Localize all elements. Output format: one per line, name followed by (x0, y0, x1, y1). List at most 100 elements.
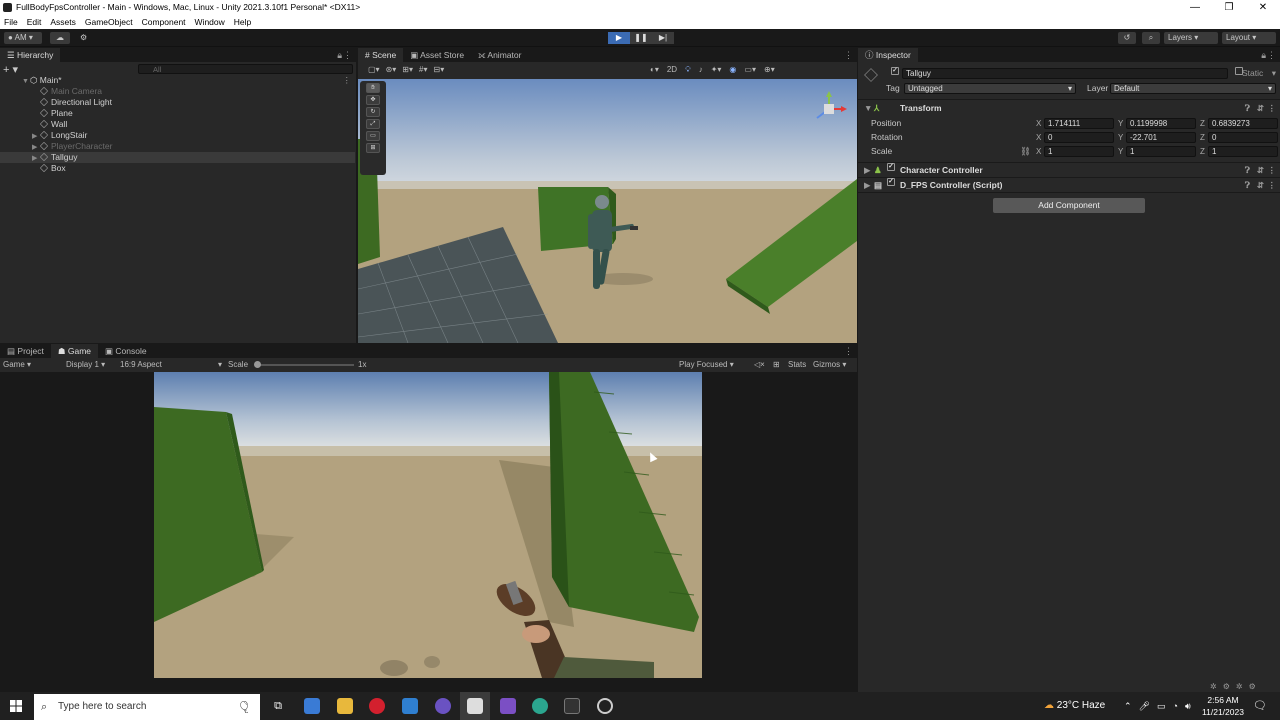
hierarchy-item-playercharacter[interactable]: ▶ PlayerCharacter (0, 141, 355, 152)
hierarchy-menu-icon[interactable]: ⋮ (343, 50, 352, 61)
hand-tool-icon[interactable]: ✋︎ (366, 83, 380, 93)
camera-icon[interactable]: ▭▾ (744, 65, 756, 75)
active-checkbox[interactable]: ✓ (891, 67, 899, 75)
shortcuts-icon[interactable]: ⊞ (773, 358, 780, 372)
transform-header[interactable]: ▼ ⅄ Transform ❓︎ ⇵ ⋮ (860, 101, 1280, 115)
hierarchy-item-tallguy[interactable]: ▶ Tallguy (0, 152, 355, 163)
rotation-x-field[interactable]: 0 (1044, 132, 1114, 143)
menu-edit[interactable]: Edit (27, 15, 42, 29)
link-icon[interactable]: ⛓︎ (1020, 145, 1031, 158)
discord-icon[interactable] (435, 698, 451, 714)
collapse-arrow-icon[interactable]: ▼ (864, 101, 872, 115)
scale-tool-icon[interactable]: ⤢ (366, 119, 380, 129)
tab-scene[interactable]: # Scene (358, 48, 404, 62)
hierarchy-item-wall[interactable]: Wall (0, 119, 355, 130)
global-toggle-icon[interactable]: ⊛▾ (386, 65, 397, 74)
account-dropdown[interactable]: ● AM ▾ (4, 32, 42, 44)
cloud-icon[interactable]: ☁ (50, 32, 70, 44)
file-explorer-icon[interactable] (337, 698, 353, 714)
scene-gizmo-icon[interactable] (811, 91, 847, 127)
character-controller-header[interactable]: ▶ ♟ ✓ Character Controller ❓︎ ⇵ ⋮ (860, 163, 1280, 177)
character-controller-enabled-checkbox[interactable]: ✓ (887, 163, 895, 171)
history-icon[interactable]: ↺ (1118, 32, 1136, 44)
scale-slider-handle[interactable] (254, 361, 261, 368)
visual-studio-icon[interactable] (500, 698, 516, 714)
close-button[interactable]: ✕ (1246, 0, 1280, 15)
inspector-menu-icon[interactable]: ⋮ (1267, 50, 1276, 61)
maximize-button[interactable]: ❐ (1212, 0, 1246, 15)
steam-icon[interactable] (597, 698, 613, 714)
scale-y-field[interactable]: 1 (1126, 146, 1196, 157)
menu-window[interactable]: Window (195, 15, 225, 29)
scene-menu-icon[interactable]: ⋮ (844, 50, 853, 61)
tab-animator[interactable]: ⟗ Animator (471, 48, 528, 62)
hierarchy-search-input[interactable]: All (138, 64, 353, 74)
scene-viewport[interactable] (358, 79, 857, 343)
game-view-dropdown[interactable]: Game ▾ (3, 358, 31, 372)
fps-controller-header[interactable]: ▶ ▤ ✓ D_FPS Controller (Script) ❓︎ ⇵ ⋮ (860, 178, 1280, 192)
rotation-y-field[interactable]: -22.701 (1126, 132, 1196, 143)
game-viewport[interactable] (154, 372, 702, 678)
help-icon[interactable]: ❓︎ (1245, 163, 1250, 177)
hierarchy-item-box[interactable]: Box (0, 163, 355, 174)
hierarchy-item-main-camera[interactable]: Main Camera (0, 86, 355, 97)
display-dropdown[interactable]: Display 1 ▾ (66, 358, 105, 372)
pause-button[interactable]: ❚❚ (630, 32, 652, 44)
position-z-field[interactable]: 0.6839273 (1208, 118, 1278, 129)
help-icon[interactable]: ❓︎ (1245, 101, 1250, 115)
audio-icon[interactable]: ♪ (699, 65, 703, 75)
edge-icon[interactable] (532, 698, 548, 714)
add-component-button[interactable]: Add Component (993, 198, 1145, 213)
tab-asset-store[interactable]: ▣ Asset Store (403, 48, 471, 62)
layer-dropdown[interactable]: Default ▾ (1110, 83, 1276, 94)
position-x-field[interactable]: 1.714111 (1044, 118, 1114, 129)
shading-mode-icon[interactable]: ◐▾ (650, 65, 659, 75)
scale-slider[interactable] (254, 361, 354, 368)
increment-snap-icon[interactable]: ⊟▾ (433, 65, 444, 74)
lock-icon[interactable]: 🔒︎ (337, 50, 342, 61)
lighting-icon[interactable]: 💡︎ (685, 65, 691, 75)
notification-center-icon[interactable]: 🗨︎ (1253, 692, 1267, 720)
auto-generate-icon[interactable]: ⚙ (1249, 682, 1256, 691)
tab-project[interactable]: ▤ Project (0, 344, 51, 358)
draw-mode-icon[interactable]: ▢▾ (368, 65, 380, 74)
rotation-z-field[interactable]: 0 (1208, 132, 1278, 143)
position-y-field[interactable]: 0.1199998 (1126, 118, 1196, 129)
mute-audio-icon[interactable]: ◁× (754, 358, 765, 372)
collab-icon[interactable]: ⚙ (76, 32, 90, 44)
stats-button[interactable]: Stats (788, 358, 806, 372)
hierarchy-item-longstair[interactable]: ▶ LongStair (0, 130, 355, 141)
layers-dropdown[interactable]: Layers ▾ (1164, 32, 1218, 44)
step-button[interactable]: ▶| (652, 32, 674, 44)
terminal-icon[interactable] (564, 698, 580, 714)
start-button[interactable] (0, 692, 32, 720)
menu-help[interactable]: Help (234, 15, 251, 29)
object-name-field[interactable]: Tallguy (902, 68, 1228, 79)
game-menu-icon[interactable]: ⋮ (844, 346, 853, 357)
hidden-objects-icon[interactable]: ◉ (729, 65, 736, 75)
hierarchy-item-plane[interactable]: Plane (0, 108, 355, 119)
expand-arrow-icon[interactable]: ▶ (864, 163, 871, 177)
volume-icon[interactable]: 🔊︎ (1185, 692, 1191, 720)
mail-icon[interactable] (402, 698, 418, 714)
inspector-lock-icon[interactable]: 🔒︎ (1261, 50, 1266, 61)
tab-game[interactable]: ☗ Game (50, 344, 99, 358)
grid-icon[interactable]: #▾ (419, 65, 427, 74)
menu-component[interactable]: Component (142, 15, 186, 29)
menu-assets[interactable]: Assets (50, 15, 76, 29)
minimize-button[interactable]: — (1178, 0, 1212, 15)
tray-overflow-icon[interactable]: ⌃ (1124, 692, 1132, 720)
scene-root-row[interactable]: ▼⬡ Main* ⋮ (0, 75, 355, 86)
network-icon[interactable]: ◔ (1173, 692, 1178, 720)
tab-console[interactable]: ▣ Console (98, 344, 154, 358)
transform-tool-icon[interactable]: ⊞ (366, 143, 380, 153)
layout-dropdown[interactable]: Layout ▾ (1222, 32, 1276, 44)
expand-arrow-icon[interactable]: ▶ (864, 178, 871, 192)
effects-icon[interactable]: ✦▾ (711, 65, 722, 75)
2d-toggle[interactable]: 2D (667, 65, 677, 75)
rect-tool-icon[interactable]: ▭ (366, 131, 380, 141)
static-dropdown-icon[interactable]: ▾ (1272, 67, 1276, 80)
gizmos-icon[interactable]: ⊕▾ (764, 65, 775, 75)
tab-hierarchy[interactable]: ☰ Hierarchy (0, 48, 61, 62)
preset-icon[interactable]: ⇵ (1257, 101, 1264, 115)
